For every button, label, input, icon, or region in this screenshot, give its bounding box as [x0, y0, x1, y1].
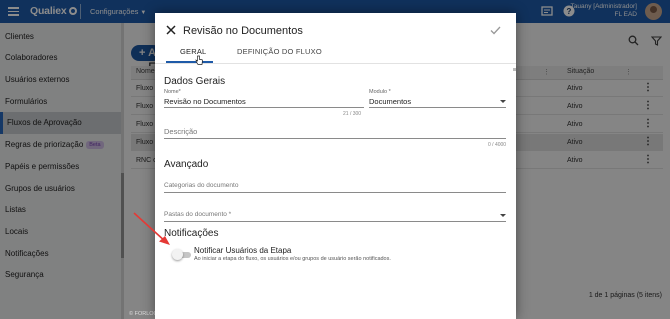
categorias-underline — [164, 192, 506, 193]
categorias-field[interactable]: Categorias do documento — [164, 182, 238, 189]
annotation-arrow-icon — [133, 212, 170, 245]
notify-toggle-knob[interactable] — [172, 249, 183, 260]
check-icon[interactable] — [490, 26, 501, 35]
pastas-underline — [164, 221, 506, 222]
edit-flow-dialog: Revisão no Documentos GERAL DEFINIÇÃO DO… — [155, 13, 516, 319]
section-avancado: Avançado — [164, 159, 209, 170]
close-icon[interactable] — [166, 25, 176, 35]
tab-divider — [155, 63, 516, 64]
nome-field[interactable]: Revisão no Documentos — [164, 97, 246, 106]
chevron-down-icon[interactable] — [500, 100, 506, 103]
modulo-select[interactable]: Documentos — [369, 97, 411, 106]
descricao-char-counter: 0 / 4000 — [488, 142, 507, 148]
modulo-label: Modulo * — [369, 89, 391, 95]
notify-toggle-description: Ao iniciar a etapa do fluxo, os usuários… — [194, 256, 391, 262]
notify-toggle-label: Notificar Usuários da Etapa — [194, 246, 292, 255]
descricao-field[interactable]: Descrição — [164, 127, 197, 136]
hand-cursor-icon — [195, 55, 203, 65]
descricao-underline — [164, 138, 506, 139]
section-dados-gerais: Dados Gerais — [164, 76, 226, 87]
nome-underline — [164, 107, 364, 108]
chevron-down-icon[interactable] — [500, 214, 506, 217]
dialog-scrollbar[interactable] — [512, 65, 516, 319]
nome-label: Nome* — [164, 89, 181, 95]
pastas-select[interactable]: Pastas do documento * — [164, 211, 231, 218]
nome-char-counter: 21 / 300 — [343, 111, 362, 117]
dialog-title: Revisão no Documentos — [183, 25, 303, 37]
modulo-underline — [369, 107, 506, 108]
tab-definicao-fluxo[interactable]: DEFINIÇÃO DO FLUXO — [237, 47, 322, 56]
